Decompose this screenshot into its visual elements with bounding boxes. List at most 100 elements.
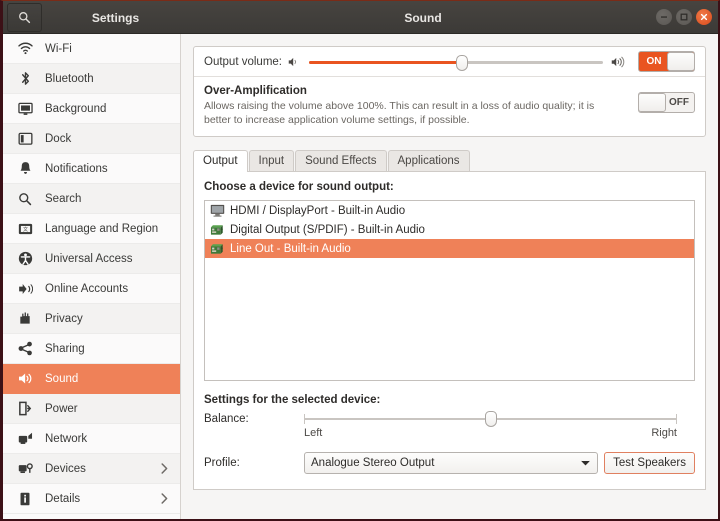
profile-label: Profile: [204, 457, 240, 469]
soundcard-icon [209, 222, 225, 238]
sidebar-item-label: Details [45, 492, 81, 505]
slider-handle[interactable] [455, 54, 468, 71]
window-title: Sound [404, 10, 442, 25]
sidebar-item-label: Sharing [45, 342, 85, 355]
monitor-icon [209, 203, 225, 219]
settings-panel-title: Settings [91, 10, 140, 25]
toggle-knob [639, 92, 666, 112]
search-icon [15, 191, 35, 207]
language-icon: 文 [15, 221, 35, 237]
power-battery-icon [15, 401, 35, 417]
output-device-list[interactable]: HDMI / DisplayPort - Built-in Audio Digi… [204, 200, 695, 381]
accessibility-icon [15, 251, 35, 267]
sidebar-item-label: Network [45, 432, 88, 445]
online-accounts-icon [15, 281, 35, 297]
sidebar-item-details[interactable]: Details [3, 484, 180, 514]
sound-tabs: Output Input Sound Effects Applications [193, 150, 706, 172]
chevron-right-icon [161, 493, 168, 504]
sidebar-item-label: Universal Access [45, 252, 133, 265]
bell-icon [15, 161, 35, 177]
toggle-label: OFF [669, 96, 689, 108]
device-list-item[interactable]: HDMI / DisplayPort - Built-in Audio [205, 201, 694, 220]
device-list-item[interactable]: Line Out - Built-in Audio [205, 239, 694, 258]
over-amplification-description: Allows raising the volume above 100%. Th… [204, 100, 595, 126]
sidebar-item-bluetooth[interactable]: Bluetooth [3, 64, 180, 94]
sidebar-item-label: Search [45, 192, 82, 205]
search-icon [18, 11, 31, 24]
output-volume-slider[interactable] [308, 53, 603, 71]
close-button[interactable] [696, 9, 712, 25]
sidebar-item-label: Dock [45, 132, 72, 145]
sidebar-item-background[interactable]: Background [3, 94, 180, 124]
sidebar-item-notifications[interactable]: Notifications [3, 154, 180, 184]
sidebar-item-dock[interactable]: Dock [3, 124, 180, 154]
over-amplification-toggle[interactable]: OFF [638, 91, 695, 113]
background-icon [15, 101, 35, 117]
sidebar-item-sound[interactable]: Sound [3, 364, 180, 394]
settings-window: Settings Sound Wi-Fi Bluetooth Backgroun… [0, 0, 720, 521]
main-content: Output volume: ON Over-Amplification All… [181, 34, 718, 519]
maximize-button[interactable] [676, 9, 692, 25]
balance-left-label: Left [304, 427, 323, 439]
toggle-label: ON [646, 56, 662, 67]
sidebar-item-universal-access[interactable]: Universal Access [3, 244, 180, 274]
output-volume-label: Output volume: [204, 55, 282, 68]
chevron-down-icon [581, 457, 590, 469]
test-speakers-label: Test Speakers [613, 457, 686, 469]
svg-text:文: 文 [23, 225, 28, 232]
bluetooth-icon [15, 71, 35, 87]
tab-sound-effects[interactable]: Sound Effects [295, 150, 387, 171]
device-label: Digital Output (S/PDIF) - Built-in Audio [230, 223, 425, 236]
device-list-item[interactable]: Digital Output (S/PDIF) - Built-in Audio [205, 220, 694, 239]
sidebar-item-label: Bluetooth [45, 72, 94, 85]
chevron-right-icon [161, 463, 168, 474]
sidebar-item-label: Privacy [45, 312, 83, 325]
tab-label: Input [258, 155, 285, 167]
tab-output[interactable]: Output [193, 150, 248, 172]
sidebar-item-privacy[interactable]: Privacy [3, 304, 180, 334]
sidebar-item-wifi[interactable]: Wi-Fi [3, 34, 180, 64]
slider-fill [308, 60, 462, 64]
profile-row: Profile: Analogue Stereo Output Test Spe… [204, 452, 695, 474]
sidebar-item-label: Notifications [45, 162, 108, 175]
over-amplification-text: Over-Amplification Allows raising the vo… [204, 85, 630, 127]
balance-label: Balance: [204, 413, 249, 425]
volume-low-icon [288, 56, 301, 68]
slider-handle[interactable] [484, 411, 497, 427]
privacy-hand-icon [15, 311, 35, 327]
sidebar-item-label: Sound [45, 372, 79, 385]
share-icon [15, 341, 35, 357]
sidebar-item-devices[interactable]: Devices [3, 454, 180, 484]
tab-label: Applications [397, 155, 460, 167]
test-speakers-button[interactable]: Test Speakers [604, 452, 695, 474]
over-amplification-title: Over-Amplification [204, 85, 307, 97]
network-icon [15, 431, 35, 447]
sidebar-item-online-accounts[interactable]: Online Accounts [3, 274, 180, 304]
tab-applications[interactable]: Applications [387, 150, 470, 171]
sidebar-item-language-and-region[interactable]: 文 Language and Region [3, 214, 180, 244]
profile-dropdown[interactable]: Analogue Stereo Output [304, 452, 599, 474]
tab-label: Sound Effects [305, 155, 377, 167]
balance-right-label: Right [651, 427, 677, 439]
output-tab-panel: Choose a device for sound output: HDMI /… [193, 172, 706, 490]
devices-icon [15, 461, 35, 477]
balance-slider-wrap: Left Right [304, 411, 695, 439]
sidebar-item-network[interactable]: Network [3, 424, 180, 454]
sidebar[interactable]: Wi-Fi Bluetooth Background Dock Notifica… [3, 34, 181, 519]
dock-icon [15, 131, 35, 147]
minimize-button[interactable] [656, 9, 672, 25]
sidebar-item-search[interactable]: Search [3, 184, 180, 214]
output-volume-toggle[interactable]: ON [638, 51, 695, 72]
titlebar: Settings Sound [3, 1, 718, 34]
sidebar-item-sharing[interactable]: Sharing [3, 334, 180, 364]
sidebar-item-power[interactable]: Power [3, 394, 180, 424]
selected-device-settings-label: Settings for the selected device: [204, 394, 381, 406]
sidebar-item-label: Devices [45, 462, 86, 475]
balance-endpoint-labels: Left Right [304, 427, 677, 439]
sidebar-item-label: Online Accounts [45, 282, 129, 295]
volume-high-icon [611, 56, 626, 68]
search-button[interactable] [7, 3, 42, 32]
tab-input[interactable]: Input [248, 150, 295, 171]
tab-label: Output [203, 155, 238, 167]
balance-slider[interactable] [304, 411, 677, 427]
